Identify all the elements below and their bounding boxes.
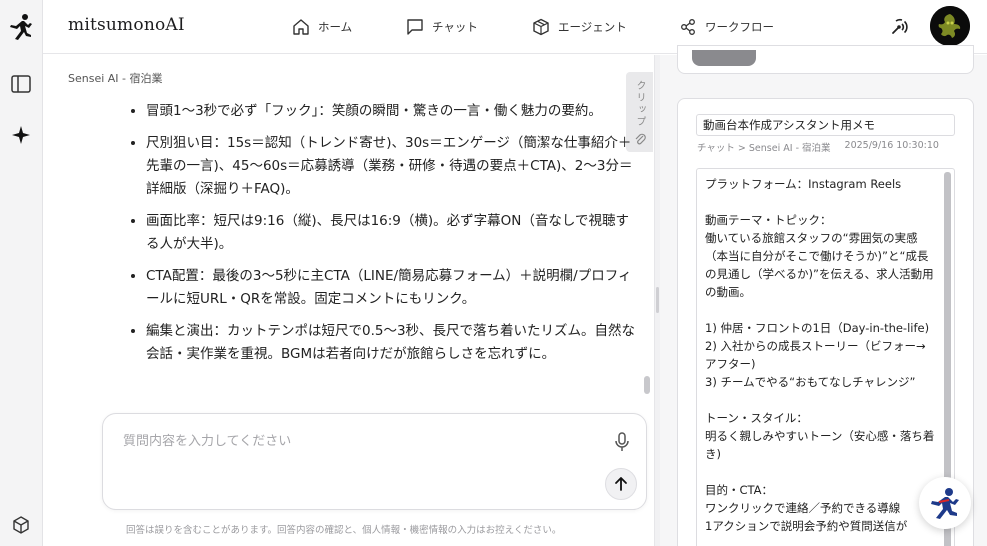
- left-rail: [0, 0, 43, 546]
- app-title: mitsumonoAI: [68, 15, 185, 35]
- chat-breadcrumb: Sensei AI - 宿泊業: [68, 72, 163, 85]
- microphone-icon[interactable]: [612, 431, 632, 453]
- chat-bubble-icon: [407, 19, 423, 35]
- sparkle-icon[interactable]: [8, 122, 34, 148]
- message-scrollbar[interactable]: [644, 376, 650, 394]
- nav-home[interactable]: ホーム: [292, 16, 352, 38]
- sidebar-toggle-icon[interactable]: [8, 71, 34, 97]
- chat-input[interactable]: [123, 430, 583, 470]
- list-item: CTA配置：最後の3〜5秒に主CTA（LINE/簡易応募フォーム）＋説明欄/プロ…: [146, 265, 638, 311]
- list-item: 編集と演出：カットテンポは短尺で0.5〜3秒、長尺で落ち着いたリズム。自然な会話…: [146, 320, 638, 366]
- nav-agent[interactable]: エージェント: [532, 16, 627, 38]
- disclaimer-text: 回答は誤りを含むことがあります。回答内容の確認と、個人情報・機密情報の入力はお控…: [126, 525, 562, 536]
- nav-home-label: ホーム: [318, 20, 353, 34]
- previous-memo-card: [677, 45, 974, 74]
- chat-panel: Sensei AI - 宿泊業 クリップ 冒頭1〜3秒で必ず「フック」：笑顔の瞬…: [43, 55, 654, 546]
- share-nodes-icon: [681, 19, 695, 35]
- nav-workflow-label: ワークフロー: [705, 20, 774, 34]
- memo-meta: チャット > Sensei AI - 宿泊業 2025/9/16 10:30:1…: [697, 140, 939, 154]
- memo-body-text: プラットフォーム：Instagram Reels 動画テーマ・トピック： 働いて…: [705, 177, 935, 533]
- user-avatar[interactable]: [930, 6, 970, 46]
- signal-icon[interactable]: [888, 16, 910, 38]
- memo-body[interactable]: プラットフォーム：Instagram Reels 動画テーマ・トピック： 働いて…: [696, 168, 955, 546]
- runner-mascot-icon: [931, 488, 959, 519]
- nav-workflow[interactable]: ワークフロー: [679, 16, 774, 38]
- memo-timestamp: 2025/9/16 10:30:10: [844, 140, 939, 151]
- arrow-up-icon: [615, 477, 627, 491]
- memo-title-input[interactable]: [696, 114, 955, 136]
- list-item: 画面比率：短尺は9:16（縦)、長尺は16:9（横)。必ず字幕ON（音なしで視聴…: [146, 210, 638, 256]
- runner-logo-icon[interactable]: [8, 14, 34, 40]
- message-list: 冒頭1〜3秒で必ず「フック」：笑顔の瞬間・驚きの一言・働く魅力の要約。 尺別狙い…: [118, 100, 638, 400]
- chat-input-box: [102, 413, 647, 510]
- previous-memo-button[interactable]: [692, 50, 756, 66]
- memo-panel: チャット > Sensei AI - 宿泊業 2025/9/16 10:30:1…: [660, 45, 987, 546]
- nav-chat[interactable]: チャット: [406, 16, 478, 38]
- assistant-fab-button[interactable]: [919, 477, 971, 529]
- splitter-grip[interactable]: [656, 287, 659, 313]
- cube-settings-icon[interactable]: [8, 512, 34, 538]
- cube-icon: [533, 18, 549, 36]
- memo-path: チャット > Sensei AI - 宿泊業: [697, 143, 831, 154]
- home-icon: [293, 19, 309, 35]
- list-item: 冒頭1〜3秒で必ず「フック」：笑顔の瞬間・驚きの一言・働く魅力の要約。: [146, 100, 638, 123]
- nav-chat-label: チャット: [432, 20, 478, 34]
- memo-card: チャット > Sensei AI - 宿泊業 2025/9/16 10:30:1…: [677, 98, 974, 546]
- send-button[interactable]: [605, 468, 637, 500]
- list-item: 尺別狙い目：15s＝認知（トレンド寄せ)、30s＝エンゲージ（簡潔な仕事紹介＋先…: [146, 132, 638, 201]
- nav-agent-label: エージェント: [558, 20, 627, 34]
